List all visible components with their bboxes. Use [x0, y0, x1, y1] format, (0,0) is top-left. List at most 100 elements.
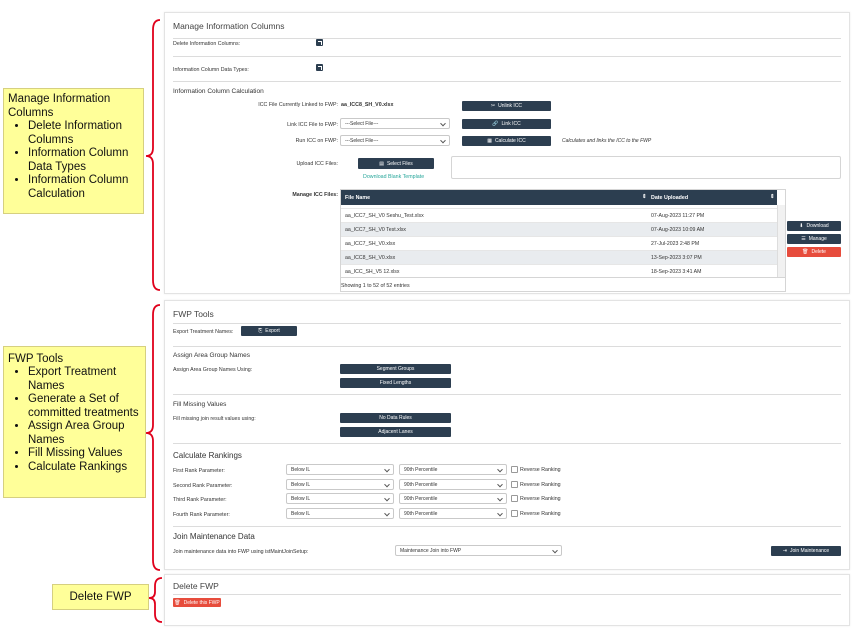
select-value: Below IL — [291, 510, 311, 517]
rank-param-select[interactable]: Below IL — [286, 464, 394, 475]
table-header: File Name Date Uploaded ⇕ ⇕ — [341, 190, 777, 205]
col-date-uploaded[interactable]: Date Uploaded — [651, 195, 688, 201]
join-maintenance-button[interactable]: ⇥ Join Maintenance — [771, 546, 841, 556]
external-link-icon[interactable] — [316, 39, 323, 46]
note-fwp-tools: FWP Tools Export Treatment Names Generat… — [3, 346, 146, 498]
button-label: Calculate ICC — [494, 138, 526, 144]
calculate-icc-button[interactable]: ▦ Calculate ICC — [462, 136, 551, 146]
delete-button[interactable]: 🗑 Delete — [787, 247, 841, 257]
rank-stat-select[interactable]: 90th Percentile — [399, 479, 507, 490]
note-item: Assign Area Group Names — [28, 420, 141, 447]
upload-drop-zone[interactable] — [451, 156, 841, 179]
reverse-ranking-label: Reverse Ranking — [520, 511, 561, 517]
delete-columns-label: Delete Information Columns: — [173, 41, 241, 47]
rank-param-select[interactable]: Below IL — [286, 493, 394, 504]
table-row[interactable]: aa_ICC7_SH_V0.xlsx 27-Jul-2023 2:48 PM — [341, 236, 777, 250]
run-icc-select[interactable]: ---Select File--- — [340, 135, 450, 146]
upload-icc-label: Upload ICC Files: — [296, 161, 338, 167]
cell-date: 13-Sep-2023 3:07 PM — [651, 255, 702, 261]
chevron-down-icon — [384, 495, 390, 501]
trash-icon: 🗑 — [802, 249, 809, 255]
adjacent-lanes-button[interactable]: Adjacent Lanes — [340, 427, 451, 437]
fixed-lengths-button[interactable]: Fixed Lengths — [340, 378, 451, 388]
reverse-ranking-checkbox[interactable] — [511, 510, 518, 517]
note-item: Fill Missing Values — [28, 447, 141, 461]
select-value: ---Select File--- — [345, 137, 379, 144]
fill-label: Fill missing join result values using: — [173, 416, 256, 422]
chevron-down-icon — [440, 137, 446, 143]
cell-file: aa_ICC_SH_V5 12.xlsx — [345, 269, 400, 275]
rank-stat-select[interactable]: 90th Percentile — [399, 464, 507, 475]
reverse-ranking-checkbox[interactable] — [511, 495, 518, 502]
cell-date: 27-Jul-2023 2:48 PM — [651, 241, 700, 247]
delete-fwp-button[interactable]: 🗑 Delete this FWP — [173, 598, 221, 607]
cell-file: aa_ICC7_SH_V0 Test.xlsx — [345, 227, 407, 233]
button-label: Delete — [811, 249, 826, 255]
external-link-icon[interactable] — [316, 64, 323, 71]
icc-files-table: File Name Date Uploaded ⇕ ⇕ aa_ICC7_SH_V… — [340, 189, 786, 292]
delete-fwp-panel: Delete FWP 🗑 Delete this FWP — [164, 574, 850, 626]
calculation-title: Information Column Calculation — [173, 88, 264, 95]
note-item: Information Column Calculation — [28, 174, 139, 201]
select-value: 90th Percentile — [404, 510, 438, 517]
export-label: Export Treatment Names: — [173, 329, 234, 335]
button-label: Fixed Lengths — [379, 380, 412, 386]
note-title: Manage Information Columns — [8, 93, 111, 119]
reverse-ranking-label: Reverse Ranking — [520, 467, 561, 473]
cell-file: aa_ICC7_SH_V0.xlsx — [345, 241, 396, 247]
table-row[interactable]: aa_ICC7_SH_V0 Test.xlsx 07-Aug-2023 10:09… — [341, 222, 777, 236]
manage-icc-files-label: Manage ICC Files: — [292, 192, 338, 198]
no-data-rules-button[interactable]: No Data Rules — [340, 413, 451, 423]
chevron-down-icon — [384, 481, 390, 487]
reverse-ranking-checkbox[interactable] — [511, 466, 518, 473]
chevron-down-icon — [384, 510, 390, 516]
note-title: FWP Tools — [8, 353, 64, 365]
cell-date: 18-Sep-2023 3:41 AM — [651, 269, 702, 275]
table-row[interactable]: aa_ICC7_SH_V0 Seshu_Test.xlsx 07-Aug-2023… — [341, 208, 777, 222]
note-title: Delete FWP — [69, 591, 132, 603]
select-files-button[interactable]: ▤ Select Files — [358, 158, 434, 169]
col-file-name[interactable]: File Name — [345, 195, 370, 201]
rank-title: Calculate Rankings — [173, 451, 242, 460]
download-icon: ⬇ — [799, 223, 804, 229]
rank-label: First Rank Parameter: — [173, 468, 225, 474]
rank-label: Fourth Rank Parameter: — [173, 512, 230, 518]
chevron-down-icon — [552, 547, 558, 553]
table-scrollbar[interactable] — [777, 205, 785, 277]
table-row[interactable]: aa_ICC_SH_V5 12.xlsx 18-Sep-2023 3:41 AM — [341, 264, 777, 278]
calculate-note: Calculates and links the ICC to the FWP — [562, 138, 652, 144]
chevron-down-icon — [497, 466, 503, 472]
link-icc-button[interactable]: 🔗 Link ICC — [462, 119, 551, 129]
rank-stat-select[interactable]: 90th Percentile — [399, 493, 507, 504]
export-button[interactable]: ⎘ Export — [241, 326, 297, 336]
button-label: Export — [265, 328, 280, 334]
rank-param-select[interactable]: Below IL — [286, 508, 394, 519]
table-row[interactable]: aa_ICC8_SH_V0.xlsx 13-Sep-2023 3:07 PM — [341, 250, 777, 264]
unlink-icon: ✂ — [490, 103, 496, 109]
icc-linked-label: ICC File Currently Linked to FWP: — [258, 102, 338, 108]
select-value: Below IL — [291, 495, 311, 502]
button-label: Manage — [808, 236, 827, 242]
button-label: Segment Groups — [376, 366, 415, 372]
button-label: Unlink ICC — [498, 103, 523, 109]
note-manage-information-columns: Manage Information Columns Delete Inform… — [3, 88, 144, 214]
button-label: Adjacent Lanes — [378, 429, 413, 435]
segment-groups-button[interactable]: Segment Groups — [340, 364, 451, 374]
cell-file: aa_ICC7_SH_V0 Seshu_Test.xlsx — [345, 213, 424, 219]
join-select[interactable]: Maintenance Join into FWP — [395, 545, 562, 556]
manage-information-columns-panel: Manage Information Columns Delete Inform… — [164, 12, 850, 294]
manage-button[interactable]: ☰ Manage — [787, 234, 841, 244]
unlink-icc-button[interactable]: ✂ Unlink ICC — [462, 101, 551, 111]
note-item: Information Column Data Types — [28, 147, 139, 174]
link-icon: 🔗 — [492, 121, 499, 127]
button-label: Link ICC — [501, 121, 521, 127]
download-button[interactable]: ⬇ Download — [787, 221, 841, 231]
link-icc-select[interactable]: ---Select File--- — [340, 118, 450, 129]
rank-param-select[interactable]: Below IL — [286, 479, 394, 490]
rank-stat-select[interactable]: 90th Percentile — [399, 508, 507, 519]
reverse-ranking-label: Reverse Ranking — [520, 482, 561, 488]
rank-label: Third Rank Parameter: — [173, 497, 227, 503]
reverse-ranking-checkbox[interactable] — [511, 481, 518, 488]
chevron-down-icon — [497, 481, 503, 487]
download-template-link[interactable]: Download Blank Template — [363, 174, 424, 180]
